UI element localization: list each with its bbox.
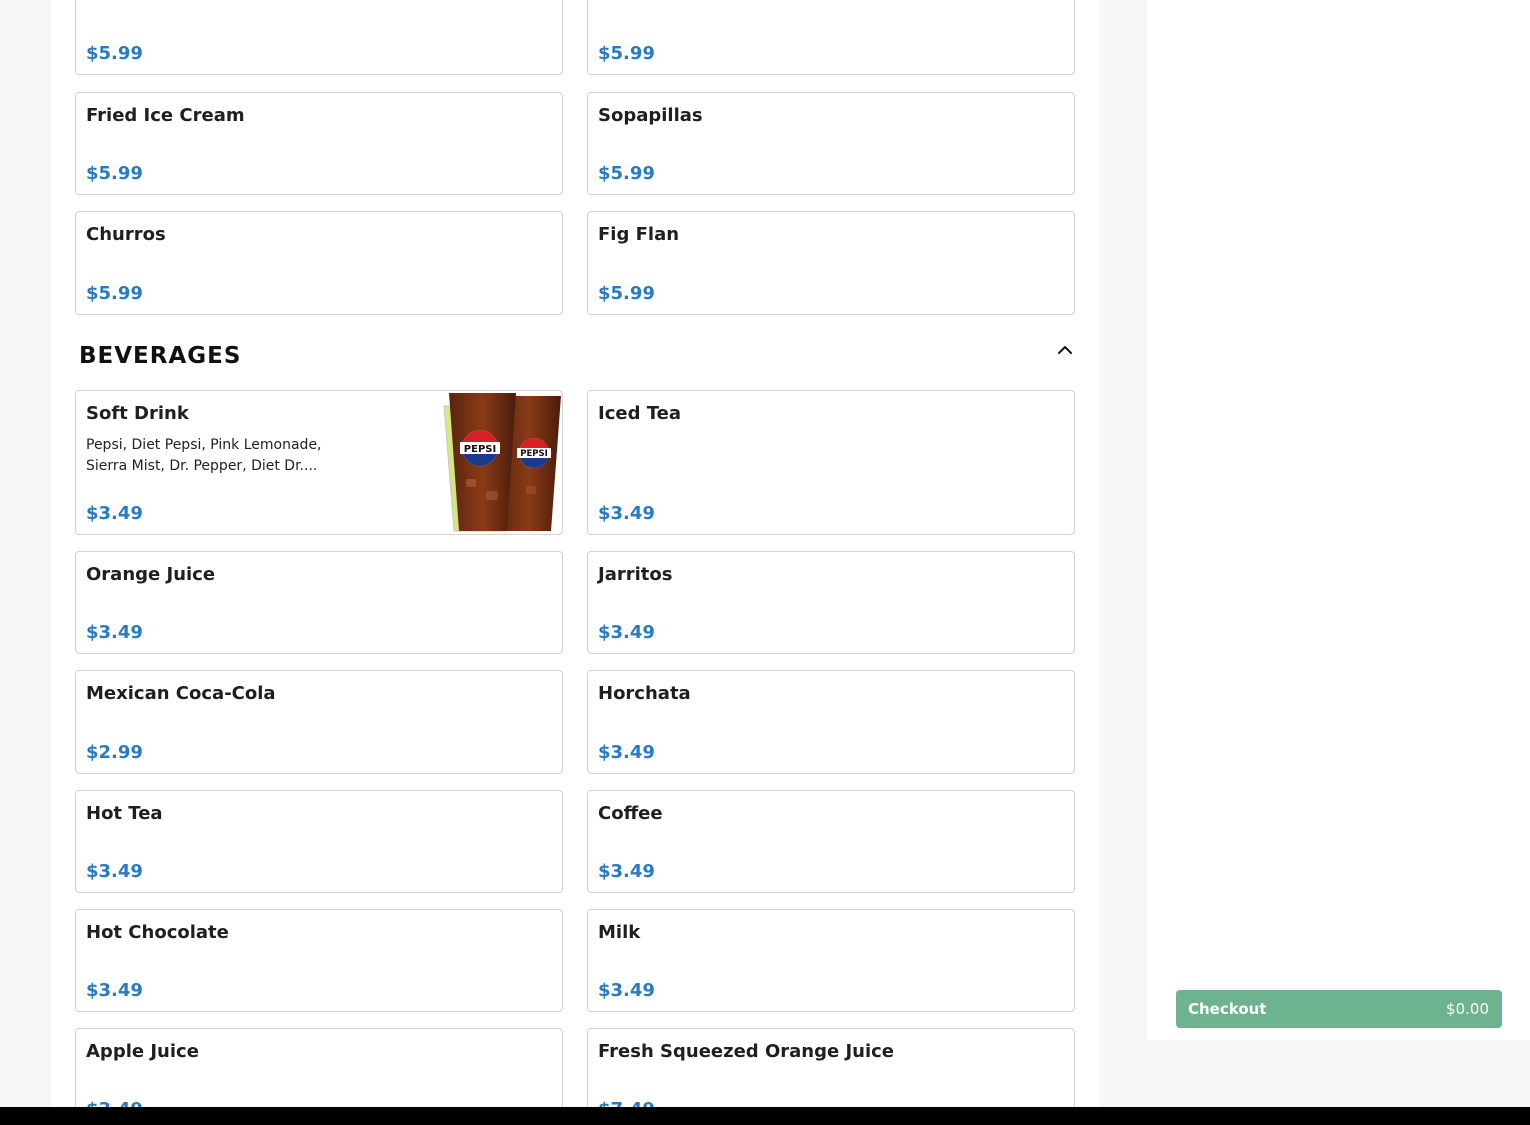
checkout-label: Checkout: [1188, 1000, 1267, 1018]
svg-text:PEPSI: PEPSI: [520, 449, 548, 459]
menu-item-name: Churros: [86, 224, 166, 245]
menu-item-price: $3.49: [86, 622, 143, 643]
section-title: BEVERAGES: [79, 343, 242, 369]
cart-panel: Checkout $0.00: [1147, 0, 1530, 1040]
collapse-section-button[interactable]: [1053, 338, 1077, 362]
menu-item-name: Hot Chocolate: [86, 922, 229, 943]
menu-item-card[interactable]: Orange Juice $3.49: [75, 551, 563, 654]
menu-item-name: Hot Tea: [86, 803, 163, 824]
menu-column: $5.99 $5.99 Fried Ice Cream $5.99 Sopapi…: [51, 0, 1099, 1107]
menu-item-card[interactable]: Fig Flan $5.99: [587, 211, 1075, 315]
menu-item-name: Soft Drink: [86, 403, 189, 424]
menu-item-price: $3.49: [598, 742, 655, 763]
menu-item-card[interactable]: Soft Drink Pepsi, Diet Pepsi, Pink Lemon…: [75, 390, 563, 535]
menu-item-price: $2.99: [86, 742, 143, 763]
menu-item-name: Milk: [598, 922, 641, 943]
menu-item-name: Fig Flan: [598, 224, 680, 245]
menu-item-price: $3.49: [598, 861, 655, 882]
svg-text:PEPSI: PEPSI: [464, 444, 496, 455]
menu-item-price: $5.99: [86, 163, 143, 184]
menu-item-description: Pepsi, Diet Pepsi, Pink Lemonade, Sierra…: [86, 437, 322, 474]
menu-item-name: Fried Ice Cream: [86, 105, 245, 126]
menu-item-name: Orange Juice: [86, 564, 216, 585]
menu-item-card[interactable]: Sopapillas $5.99: [587, 92, 1075, 195]
soft-drinks-image: dew PEPSI PEPSI: [443, 393, 561, 532]
menu-item-price: $5.99: [598, 163, 655, 184]
menu-item-card[interactable]: $5.99: [587, 0, 1075, 75]
menu-item-price: $5.99: [598, 283, 655, 304]
menu-item-price: $3.49: [86, 980, 143, 1001]
menu-item-card[interactable]: Apple Juice $3.49: [75, 1028, 563, 1107]
menu-item-price: $7.49: [598, 1099, 655, 1107]
menu-item-price: $3.49: [598, 503, 655, 524]
menu-item-price: $5.99: [86, 43, 143, 64]
menu-item-card[interactable]: Milk $3.49: [587, 909, 1075, 1012]
menu-item-name: Jarritos: [598, 564, 673, 585]
menu-item-card[interactable]: Churros $5.99: [75, 211, 563, 315]
menu-item-name: Coffee: [598, 803, 663, 824]
menu-item-price: $5.99: [598, 43, 655, 64]
menu-item-name: Mexican Coca-Cola: [86, 683, 276, 704]
menu-item-card[interactable]: Fresh Squeezed Orange Juice $7.49: [587, 1028, 1075, 1107]
menu-item-price: $3.49: [86, 1099, 143, 1107]
menu-item-card[interactable]: Hot Tea $3.49: [75, 790, 563, 893]
menu-item-card[interactable]: Jarritos $3.49: [587, 551, 1075, 654]
menu-item-price: $3.49: [86, 861, 143, 882]
menu-item-name: Iced Tea: [598, 403, 681, 424]
menu-item-name: Sopapillas: [598, 105, 703, 126]
menu-item-price: $3.49: [86, 503, 143, 524]
checkout-button[interactable]: Checkout $0.00: [1176, 990, 1502, 1028]
cart-total: $0.00: [1446, 1000, 1489, 1018]
menu-item-card[interactable]: Coffee $3.49: [587, 790, 1075, 893]
menu-item-name: Fresh Squeezed Orange Juice: [598, 1041, 894, 1062]
menu-item-price: $3.49: [598, 980, 655, 1001]
menu-item-price: $5.99: [86, 283, 143, 304]
menu-item-card[interactable]: Mexican Coca-Cola $2.99: [75, 670, 563, 774]
menu-item-card[interactable]: $5.99: [75, 0, 563, 75]
bottom-bar: [0, 1107, 1530, 1125]
menu-item-price: $3.49: [598, 622, 655, 643]
menu-item-name: Horchata: [598, 683, 691, 704]
menu-item-card[interactable]: Horchata $3.49: [587, 670, 1075, 774]
menu-item-name: Apple Juice: [86, 1041, 199, 1062]
menu-item-card[interactable]: Iced Tea $3.49: [587, 390, 1075, 535]
menu-item-card[interactable]: Hot Chocolate $3.49: [75, 909, 563, 1012]
menu-item-card[interactable]: Fried Ice Cream $5.99: [75, 92, 563, 195]
chevron-up-icon: [1058, 346, 1072, 354]
